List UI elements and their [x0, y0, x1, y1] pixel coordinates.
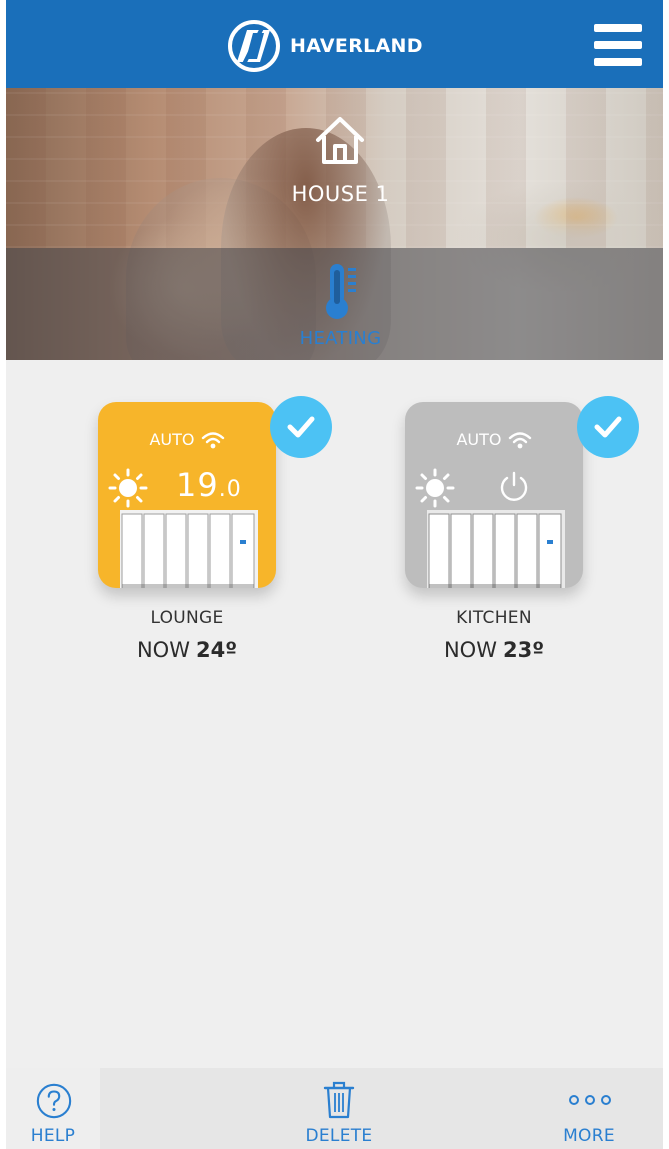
sun-icon — [108, 468, 148, 508]
device-name: KITCHEN — [456, 608, 532, 628]
setpoint-temperature: 19.0 — [176, 466, 242, 504]
check-icon[interactable] — [270, 396, 332, 458]
help-button[interactable]: HELP — [6, 1068, 100, 1149]
help-icon — [36, 1083, 72, 1119]
mode-row: AUTO — [98, 430, 276, 449]
brand-name: HAVERLAND — [290, 35, 423, 57]
mode-label: AUTO — [149, 430, 195, 449]
temp-value: 23º — [502, 638, 545, 662]
section-heating[interactable]: HEATING — [6, 328, 663, 349]
power-icon — [500, 471, 528, 501]
sun-icon — [415, 468, 455, 508]
device-card[interactable]: AUTO 19.0 — [98, 402, 276, 588]
more-label: MORE — [563, 1126, 615, 1146]
hamburger-menu-icon[interactable] — [594, 24, 642, 66]
more-dots-icon — [569, 1095, 611, 1105]
device-current-temperature: NOW 24º — [98, 638, 276, 662]
more-button[interactable]: MORE — [534, 1068, 644, 1149]
delete-label: DELETE — [305, 1126, 373, 1146]
thermometer-icon[interactable] — [322, 262, 362, 320]
top-app-bar: HAVERLAND — [6, 0, 663, 88]
temp-prefix: NOW — [136, 638, 190, 662]
device-card[interactable]: AUTO — [405, 402, 583, 588]
check-icon[interactable] — [577, 396, 639, 458]
device-name: LOUNGE — [150, 608, 224, 628]
delete-button[interactable]: DELETE — [284, 1068, 394, 1149]
menu-line — [594, 58, 642, 66]
setpoint-integer: 19 — [176, 466, 219, 504]
app-screen: HAVERLAND HOUSE 1 HEATING AUTO 19.0 LOUN… — [6, 0, 663, 1149]
brand: HAVERLAND — [226, 18, 423, 74]
wifi-icon — [508, 431, 531, 448]
mode-row: AUTO — [405, 430, 583, 449]
house-icon[interactable] — [312, 112, 368, 168]
setpoint-decimal: .0 — [218, 477, 242, 502]
house-name[interactable]: HOUSE 1 — [6, 182, 663, 206]
wifi-icon — [201, 431, 224, 448]
temp-value: 24º — [195, 638, 238, 662]
house-hero-banner: HOUSE 1 HEATING — [6, 88, 663, 360]
haverland-logo-icon — [228, 20, 280, 72]
radiator-icon — [427, 510, 565, 588]
device-current-temperature: NOW 23º — [405, 638, 583, 662]
temp-prefix: NOW — [443, 638, 497, 662]
menu-line — [594, 24, 642, 32]
trash-icon — [323, 1081, 355, 1119]
menu-line — [594, 41, 642, 49]
radiator-icon — [120, 510, 258, 588]
help-label: HELP — [30, 1126, 76, 1146]
bottom-toolbar: HELP DELETE MORE — [6, 1068, 663, 1149]
mode-label: AUTO — [456, 430, 502, 449]
